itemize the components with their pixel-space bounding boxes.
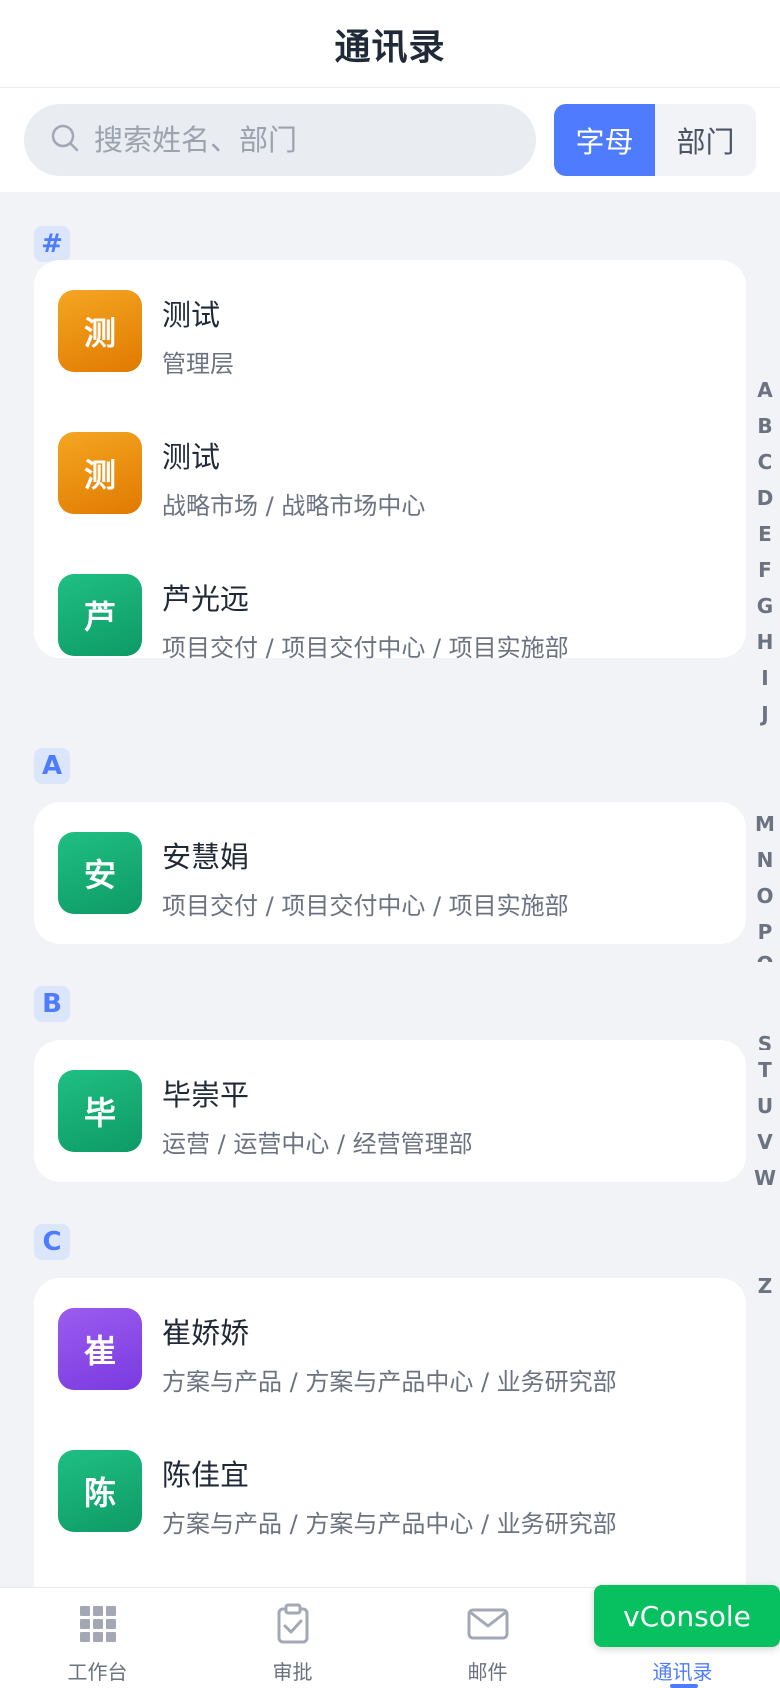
contact-name: 陈佳宜 — [162, 1458, 250, 1492]
index-letter[interactable]: O — [750, 884, 780, 908]
avatar: 崔 — [58, 1308, 142, 1390]
index-letter[interactable]: C — [750, 450, 780, 474]
contact-name: 测试 — [162, 440, 221, 474]
contact-name: 毕崇平 — [162, 1078, 250, 1112]
index-letter[interactable]: V — [750, 1130, 780, 1154]
index-letter[interactable]: J — [750, 702, 780, 726]
sort-by-letter-button[interactable]: 字母 — [554, 104, 655, 176]
tab-label: 审批 — [272, 1660, 313, 1684]
contact-row[interactable]: 测 测试 管理层 — [34, 260, 746, 402]
index-letter[interactable]: E — [750, 522, 780, 546]
section-header: C — [34, 1224, 70, 1260]
contact-row[interactable]: 毕 毕崇平 运营 / 运营中心 / 经营管理部 — [34, 1040, 746, 1182]
section-card: 安 安慧娟 项目交付 / 项目交付中心 / 项目实施部 — [34, 802, 746, 944]
index-letter[interactable]: M — [750, 812, 780, 836]
mail-icon — [466, 1588, 510, 1650]
contact-list[interactable]: # 测 测试 管理层 测 测试 战略市场 / 战略市场中心 芦 芦光远 项目交付… — [0, 192, 780, 1587]
index-letter[interactable]: P — [750, 920, 780, 944]
index-letter[interactable]: Z — [750, 1274, 780, 1298]
contact-department: 战略市场 / 战略市场中心 — [162, 492, 426, 520]
vconsole-button[interactable]: vConsole — [594, 1585, 780, 1647]
contact-department: 项目交付 / 项目交付中心 / 项目实施部 — [162, 634, 569, 662]
avatar: 测 — [58, 290, 142, 372]
contact-row[interactable]: 陈 陈佳宜 方案与产品 / 方案与产品中心 / 业务研究部 — [34, 1420, 746, 1562]
avatar: 陈 — [58, 1450, 142, 1532]
index-letter[interactable]: T — [750, 1058, 780, 1082]
contact-department: 管理层 — [162, 350, 234, 378]
contact-name: 安慧娟 — [162, 840, 250, 874]
search-box[interactable] — [24, 104, 536, 176]
index-letter[interactable]: G — [750, 594, 780, 618]
index-letter[interactable]: S — [750, 1032, 780, 1050]
alphabet-index[interactable]: A B C D E F G H I J M N O P Q S T U V W … — [750, 192, 780, 1587]
grid-icon — [76, 1588, 120, 1650]
app-header: 通讯录 — [0, 0, 780, 88]
avatar: 芦 — [58, 574, 142, 656]
section-card: 崔 崔娇娇 方案与产品 / 方案与产品中心 / 业务研究部 陈 陈佳宜 方案与产… — [34, 1278, 746, 1587]
tab-label: 工作台 — [67, 1660, 128, 1684]
contact-department: 方案与产品 / 方案与产品中心 / 业务研究部 — [162, 1510, 617, 1538]
index-letter[interactable]: B — [750, 414, 780, 438]
sort-by-department-button[interactable]: 部门 — [655, 104, 756, 176]
section-card: 测 测试 管理层 测 测试 战略市场 / 战略市场中心 芦 芦光远 项目交付 /… — [34, 260, 746, 662]
avatar: 安 — [58, 832, 142, 914]
index-letter[interactable]: W — [750, 1166, 780, 1190]
tab-workbench[interactable]: 工作台 — [0, 1588, 195, 1688]
index-letter[interactable]: H — [750, 630, 780, 654]
search-bar: 字母 部门 — [0, 88, 780, 192]
tab-approval[interactable]: 审批 — [195, 1588, 390, 1688]
section-header: B — [34, 986, 70, 1022]
tab-mail[interactable]: 邮件 — [390, 1588, 585, 1688]
clipboard-check-icon — [271, 1588, 315, 1650]
contact-row[interactable]: 芦 芦光远 项目交付 / 项目交付中心 / 项目实施部 — [34, 544, 746, 686]
avatar: 测 — [58, 432, 142, 514]
index-letter[interactable]: D — [750, 486, 780, 510]
contact-name: 崔娇娇 — [162, 1316, 250, 1350]
contact-row[interactable]: 测 测试 战略市场 / 战略市场中心 — [34, 402, 746, 544]
avatar: 毕 — [58, 1070, 142, 1152]
section-card: 毕 毕崇平 运营 / 运营中心 / 经营管理部 — [34, 1040, 746, 1182]
index-letter[interactable]: N — [750, 848, 780, 872]
section-header: # — [34, 226, 70, 262]
page-title: 通讯录 — [334, 26, 446, 68]
index-letter[interactable]: Q — [750, 952, 780, 962]
tab-label: 邮件 — [467, 1660, 508, 1684]
contact-row[interactable]: 崔 崔娇娇 方案与产品 / 方案与产品中心 / 业务研究部 — [34, 1278, 746, 1420]
contact-row[interactable]: 安 安慧娟 项目交付 / 项目交付中心 / 项目实施部 — [34, 802, 746, 944]
contact-name: 芦光远 — [162, 582, 250, 616]
search-input[interactable] — [94, 123, 494, 157]
section-header: A — [34, 748, 70, 784]
contact-department: 项目交付 / 项目交付中心 / 项目实施部 — [162, 892, 569, 920]
index-letter[interactable]: I — [750, 666, 780, 690]
index-letter[interactable]: U — [750, 1094, 780, 1118]
sort-toggle: 字母 部门 — [554, 104, 756, 176]
contact-department: 方案与产品 / 方案与产品中心 / 业务研究部 — [162, 1368, 617, 1396]
contact-name: 测试 — [162, 298, 221, 332]
contact-department: 运营 / 运营中心 / 经营管理部 — [162, 1130, 473, 1158]
contacts-screen: 通讯录 字母 部门 # 测 测试 管理层 测 测试 战略市场 / 战 — [0, 0, 780, 1688]
search-icon — [50, 123, 80, 157]
index-letter[interactable]: A — [750, 378, 780, 402]
active-tab-indicator — [670, 1684, 698, 1688]
index-letter[interactable]: F — [750, 558, 780, 582]
tab-label: 通讯录 — [652, 1660, 713, 1684]
